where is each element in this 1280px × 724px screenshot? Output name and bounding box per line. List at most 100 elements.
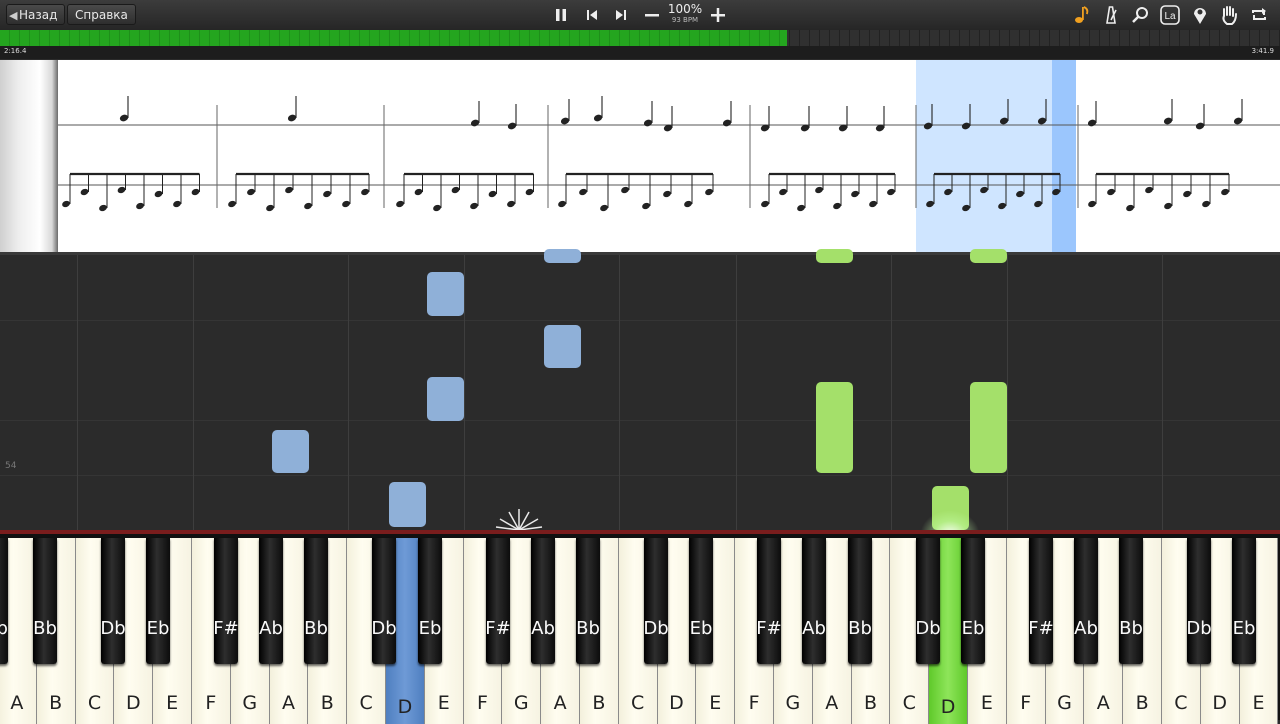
notehead xyxy=(173,200,181,208)
notehead xyxy=(451,186,460,194)
falling-note-left xyxy=(544,249,581,263)
notehead xyxy=(663,190,671,198)
speed-display[interactable]: 100% 93 BPM xyxy=(666,3,704,25)
search-icon xyxy=(1132,7,1148,23)
black-key-ab[interactable]: Ab xyxy=(802,538,826,664)
notehead xyxy=(470,202,478,210)
note-button[interactable] xyxy=(1071,4,1093,26)
black-key-label: Ab xyxy=(1074,618,1098,639)
black-key-fsharp[interactable]: F# xyxy=(213,538,239,664)
pause-icon xyxy=(556,9,566,21)
notehead xyxy=(869,200,877,208)
black-key-fsharp[interactable]: F# xyxy=(485,538,511,664)
notehead xyxy=(1202,200,1210,208)
minus-icon xyxy=(645,14,659,17)
black-key-ab[interactable]: Ab xyxy=(1074,538,1098,664)
loop-button[interactable] xyxy=(1248,4,1270,26)
la-button[interactable]: La xyxy=(1159,4,1181,26)
song-progress-bar[interactable]: 2:16.4 3:41.9 xyxy=(0,30,1280,59)
faster-button[interactable] xyxy=(706,3,730,27)
white-key-label: C xyxy=(359,692,373,714)
help-button[interactable]: Справка xyxy=(67,4,136,25)
black-key-db[interactable]: Db xyxy=(1186,538,1212,664)
octave-line xyxy=(1007,255,1008,530)
measure-number: 54 xyxy=(5,461,17,471)
black-key-eb[interactable]: Eb xyxy=(961,538,985,664)
hand-icon xyxy=(1222,6,1237,25)
black-key-bb[interactable]: Bb xyxy=(848,538,872,664)
white-key-label: C xyxy=(87,692,102,714)
falling-note-left xyxy=(427,272,464,316)
notehead xyxy=(926,200,934,208)
white-key-label: E xyxy=(709,692,722,714)
notehead xyxy=(642,202,650,210)
white-key-label: D xyxy=(397,696,413,718)
metronome-icon xyxy=(1106,6,1117,24)
black-key-eb[interactable]: Eb xyxy=(146,538,170,664)
notehead xyxy=(1221,188,1229,196)
notehead xyxy=(621,186,629,194)
chevron-left-icon: ◀ xyxy=(9,9,18,22)
black-key-label: Ab xyxy=(531,618,555,639)
notehead xyxy=(99,204,107,212)
notehead xyxy=(1126,204,1134,212)
black-key-ab[interactable]: Ab xyxy=(531,538,555,664)
black-key-db[interactable]: Db xyxy=(371,538,397,664)
white-key-label: F xyxy=(1020,692,1032,714)
notehead xyxy=(191,188,200,196)
notehead xyxy=(705,188,713,196)
black-key-fsharp[interactable]: F# xyxy=(756,538,782,664)
black-key-bb[interactable]: Bb xyxy=(0,538,8,664)
notehead xyxy=(944,188,952,196)
piano-keyboard[interactable]: A B C D E F G A B C D E F G A B C D E F G A B C D E F G A B C D E Bb Bb Db… xyxy=(0,530,1280,724)
notehead xyxy=(851,190,859,198)
black-key-db[interactable]: Db xyxy=(643,538,669,664)
black-key-label: Eb xyxy=(961,618,985,639)
metronome-button[interactable] xyxy=(1100,4,1122,26)
white-key-label: D xyxy=(940,696,956,718)
slower-button[interactable] xyxy=(640,3,664,27)
notehead xyxy=(833,202,841,210)
white-key-label: C xyxy=(1174,692,1188,714)
black-key-db[interactable]: Db xyxy=(915,538,941,664)
black-key-eb[interactable]: Eb xyxy=(689,538,713,664)
falling-note-right xyxy=(816,249,853,263)
sheet-music[interactable] xyxy=(0,60,1280,255)
octave-line xyxy=(1162,255,1163,530)
black-key-bb[interactable]: Bb xyxy=(33,538,57,664)
marker-button[interactable] xyxy=(1189,4,1211,26)
black-key-label: Eb xyxy=(146,618,170,639)
black-key-eb[interactable]: Eb xyxy=(1232,538,1256,664)
notehead xyxy=(579,188,587,196)
black-key-bb[interactable]: Bb xyxy=(1119,538,1143,664)
next-button[interactable] xyxy=(609,3,633,27)
notehead xyxy=(815,186,823,194)
black-key-bb[interactable]: Bb xyxy=(304,538,328,664)
black-key-ab[interactable]: Ab xyxy=(259,538,283,664)
notehead xyxy=(266,204,274,212)
notehead xyxy=(887,188,895,196)
falling-notes-area: 54 xyxy=(0,249,1280,535)
black-key-label: Db xyxy=(1186,618,1212,639)
falling-note-right xyxy=(932,486,969,530)
previous-button[interactable] xyxy=(580,3,604,27)
black-key-label: F# xyxy=(485,618,511,639)
notehead xyxy=(507,200,515,208)
black-key-db[interactable]: Db xyxy=(100,538,126,664)
elapsed-time: 2:16.4 xyxy=(4,47,27,55)
black-key-bb[interactable]: Bb xyxy=(576,538,600,664)
black-key-label: Eb xyxy=(1232,618,1256,639)
notehead xyxy=(797,204,805,212)
notehead xyxy=(600,204,608,212)
back-button[interactable]: ◀ Назад xyxy=(6,4,66,25)
black-key-eb[interactable]: Eb xyxy=(418,538,442,664)
pause-button[interactable] xyxy=(549,3,573,27)
hand-button[interactable] xyxy=(1218,4,1240,26)
roll-divider xyxy=(0,420,1280,421)
black-key-fsharp[interactable]: F# xyxy=(1028,538,1054,664)
black-key-label: Eb xyxy=(418,618,442,639)
search-button[interactable] xyxy=(1129,4,1151,26)
black-key-label: Bb xyxy=(304,618,328,639)
falling-note-left xyxy=(389,482,426,527)
black-key-label: Bb xyxy=(848,618,872,639)
